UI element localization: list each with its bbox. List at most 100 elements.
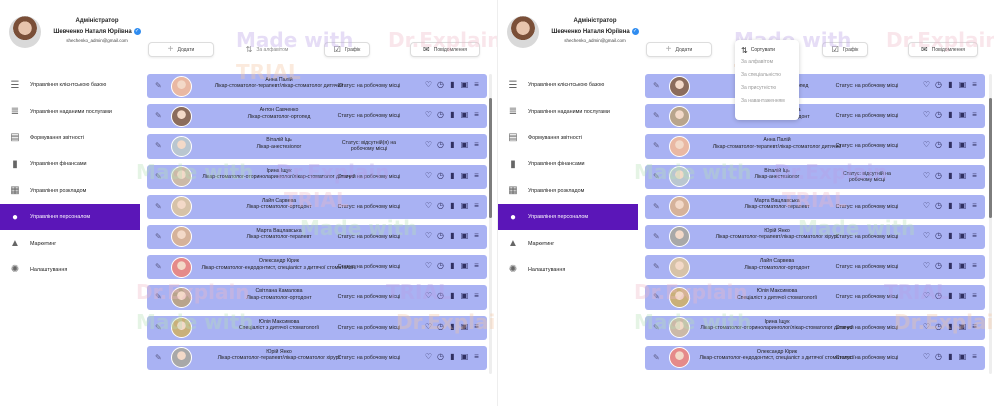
menu-item-4[interactable]: ▦ Управління розкладом <box>498 178 638 204</box>
heart-icon[interactable]: ♡ <box>922 171 931 180</box>
stats-icon[interactable]: ▮ <box>946 352 955 361</box>
messages-button[interactable]: ✉ Повідомлення <box>410 42 480 57</box>
menu-icon[interactable]: ≡ <box>970 231 979 240</box>
menu-item-3[interactable]: ▮ Управління фінансами <box>0 151 140 177</box>
menu-item-0[interactable]: ☰ Управління клієнтською базою <box>498 72 638 98</box>
message-icon[interactable]: ▣ <box>958 171 967 180</box>
edit-icon[interactable]: ✎ <box>155 262 162 271</box>
staff-row[interactable]: ✎ Юлія Максимова Спеціаліст з дитячої стом… <box>147 315 487 340</box>
staff-row[interactable]: ✎Світлана КамаловаЛікар-стоматолог-ортод… <box>645 104 985 129</box>
staff-row[interactable]: ✎ Юрій Янко Лікар-стоматолог-терапевт/ліка… <box>147 345 487 370</box>
menu-item-7[interactable]: ✺ Налаштування <box>0 257 140 283</box>
edit-icon[interactable]: ✎ <box>155 141 162 150</box>
edit-icon[interactable]: ✎ <box>653 111 660 120</box>
menu-item-3[interactable]: ▮ Управління фінансами <box>498 151 638 177</box>
message-icon[interactable]: ▣ <box>958 110 967 119</box>
staff-row[interactable]: ✎ Анна Палій Лікар-стоматолог-терапевт/лік… <box>645 134 985 159</box>
stats-icon[interactable]: ▮ <box>448 231 457 240</box>
menu-icon[interactable]: ≡ <box>970 201 979 210</box>
stats-icon[interactable]: ▮ <box>946 80 955 89</box>
staff-row[interactable]: ✎ Олександр Кірик Лікар-стоматолог-ендодон… <box>147 255 487 280</box>
message-icon[interactable]: ▣ <box>460 231 469 240</box>
menu-icon[interactable]: ≡ <box>472 201 481 210</box>
stats-icon[interactable]: ▮ <box>448 201 457 210</box>
menu-item-4[interactable]: ▦ Управління розкладом <box>0 178 140 204</box>
staff-row[interactable]: ✎ Ірина Іщук Лікар-стоматолог-оториноларин… <box>645 315 985 340</box>
stats-icon[interactable]: ▮ <box>448 80 457 89</box>
edit-icon[interactable]: ✎ <box>653 172 660 181</box>
message-icon[interactable]: ▣ <box>460 291 469 300</box>
clock-icon[interactable]: ◷ <box>436 201 445 210</box>
scrollbar[interactable] <box>489 74 492 374</box>
stats-icon[interactable]: ▮ <box>448 171 457 180</box>
menu-icon[interactable]: ≡ <box>472 80 481 89</box>
heart-icon[interactable]: ♡ <box>922 261 931 270</box>
edit-icon[interactable]: ✎ <box>155 172 162 181</box>
staff-row[interactable]: ✎ Анна Палій Лікар-стоматолог-терапевт/лік… <box>147 74 487 99</box>
sort-option[interactable]: За присутністю <box>741 82 793 95</box>
sort-option[interactable]: За спеціальністю <box>741 69 793 82</box>
heart-icon[interactable]: ♡ <box>424 80 433 89</box>
stats-icon[interactable]: ▮ <box>946 171 955 180</box>
message-icon[interactable]: ▣ <box>460 322 469 331</box>
menu-icon[interactable]: ≡ <box>472 110 481 119</box>
message-icon[interactable]: ▣ <box>460 261 469 270</box>
edit-icon[interactable]: ✎ <box>155 81 162 90</box>
message-icon[interactable]: ▣ <box>460 171 469 180</box>
message-icon[interactable]: ▣ <box>958 322 967 331</box>
clock-icon[interactable]: ◷ <box>436 110 445 119</box>
menu-icon[interactable]: ≡ <box>970 110 979 119</box>
menu-icon[interactable]: ≡ <box>970 171 979 180</box>
menu-item-5[interactable]: ● Управління персоналом <box>0 203 140 231</box>
heart-icon[interactable]: ♡ <box>922 322 931 331</box>
edit-icon[interactable]: ✎ <box>155 232 162 241</box>
message-icon[interactable]: ▣ <box>958 352 967 361</box>
edit-icon[interactable]: ✎ <box>653 141 660 150</box>
clock-icon[interactable]: ◷ <box>934 140 943 149</box>
menu-icon[interactable]: ≡ <box>970 322 979 331</box>
heart-icon[interactable]: ♡ <box>922 352 931 361</box>
heart-icon[interactable]: ♡ <box>424 322 433 331</box>
stats-icon[interactable]: ▮ <box>946 231 955 240</box>
menu-item-7[interactable]: ✺ Налаштування <box>498 257 638 283</box>
add-button[interactable]: + Додати <box>646 42 712 57</box>
edit-icon[interactable]: ✎ <box>155 353 162 362</box>
stats-icon[interactable]: ▮ <box>946 201 955 210</box>
menu-icon[interactable]: ≡ <box>472 261 481 270</box>
message-icon[interactable]: ▣ <box>460 80 469 89</box>
clock-icon[interactable]: ◷ <box>436 322 445 331</box>
heart-icon[interactable]: ♡ <box>424 201 433 210</box>
message-icon[interactable]: ▣ <box>958 80 967 89</box>
staff-row[interactable]: ✎Світлана КамаловаЛікар-стоматолог-ортод… <box>147 285 487 310</box>
message-icon[interactable]: ▣ <box>460 110 469 119</box>
message-icon[interactable]: ▣ <box>958 201 967 210</box>
menu-item-1[interactable]: ≣ Управління наданими послугами <box>0 98 140 124</box>
profile[interactable]: Адміністратор Шевченко Наталя Юріївна ✓ she… <box>507 14 639 50</box>
stats-icon[interactable]: ▮ <box>946 322 955 331</box>
edit-icon[interactable]: ✎ <box>653 202 660 211</box>
stats-icon[interactable]: ▮ <box>448 291 457 300</box>
edit-icon[interactable]: ✎ <box>155 292 162 301</box>
clock-icon[interactable]: ◷ <box>436 171 445 180</box>
menu-item-6[interactable]: ▲ Маркетинг <box>498 230 638 256</box>
schedule-button[interactable]: ☑ Графік <box>822 42 868 57</box>
edit-icon[interactable]: ✎ <box>155 202 162 211</box>
edit-icon[interactable]: ✎ <box>653 232 660 241</box>
clock-icon[interactable]: ◷ <box>934 171 943 180</box>
menu-icon[interactable]: ≡ <box>970 291 979 300</box>
staff-row[interactable]: ✎ Марта Вацлавська Лікар-стоматолог-терапе… <box>147 224 487 250</box>
clock-icon[interactable]: ◷ <box>436 140 445 149</box>
scrollbar-thumb[interactable] <box>489 98 492 218</box>
staff-row[interactable]: ✎ Юлія Максимова Спеціаліст з дитячої стом… <box>645 285 985 310</box>
clock-icon[interactable]: ◷ <box>934 80 943 89</box>
edit-icon[interactable]: ✎ <box>653 353 660 362</box>
heart-icon[interactable]: ♡ <box>424 261 433 270</box>
menu-item-2[interactable]: ▤ Формування звітності <box>498 125 638 151</box>
menu-icon[interactable]: ≡ <box>472 171 481 180</box>
clock-icon[interactable]: ◷ <box>934 291 943 300</box>
message-icon[interactable]: ▣ <box>460 201 469 210</box>
heart-icon[interactable]: ♡ <box>424 171 433 180</box>
message-icon[interactable]: ▣ <box>460 352 469 361</box>
menu-item-6[interactable]: ▲ Маркетинг <box>0 230 140 256</box>
heart-icon[interactable]: ♡ <box>922 80 931 89</box>
